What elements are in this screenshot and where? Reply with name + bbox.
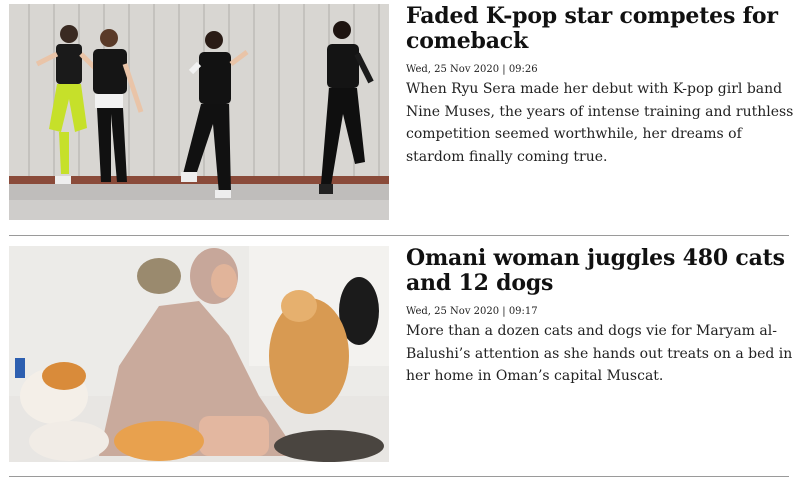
article-headline[interactable]: Omani woman juggles 480 cats and 12 dogs (406, 246, 794, 296)
article-divider (9, 235, 789, 236)
article-summary: When Ryu Sera made her debut with K-pop … (406, 81, 794, 165)
dancers-photo (9, 4, 389, 220)
article-date: Wed, 25 Nov 2020 | 09:26 (406, 64, 538, 75)
article-text: Faded K-pop star competes for comeback W… (406, 4, 794, 168)
article-thumbnail[interactable] (9, 4, 389, 220)
news-article[interactable]: Faded K-pop star competes for comeback W… (9, 4, 793, 220)
article-headline[interactable]: Faded K-pop star competes for comeback (406, 4, 794, 54)
cats-dogs-photo (9, 246, 389, 462)
article-thumbnail[interactable] (9, 246, 389, 462)
article-text: Omani woman juggles 480 cats and 12 dogs… (406, 246, 794, 388)
article-divider (9, 476, 789, 477)
article-summary: More than a dozen cats and dogs vie for … (406, 323, 793, 384)
article-date: Wed, 25 Nov 2020 | 09:17 (406, 306, 538, 317)
news-article[interactable]: Omani woman juggles 480 cats and 12 dogs… (9, 246, 792, 462)
